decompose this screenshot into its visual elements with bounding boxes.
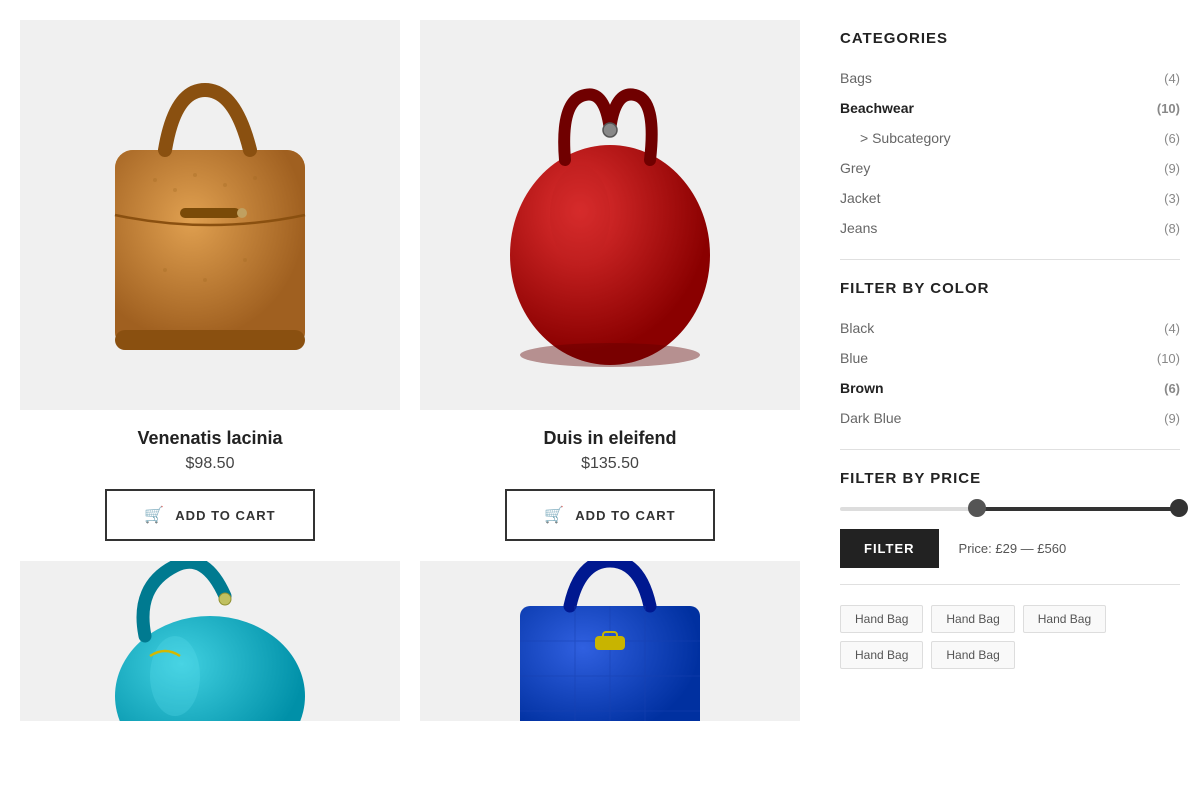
tag-item[interactable]: Hand Bag — [931, 605, 1014, 633]
color-count: (10) — [1157, 351, 1180, 366]
filter-button[interactable]: FILTER — [840, 529, 939, 568]
product-image-wrapper — [420, 20, 800, 410]
color-label: Black — [840, 320, 874, 336]
sidebar: CATEGORIES Bags (4) Beachwear (10) > Sub… — [840, 20, 1180, 721]
add-to-cart-button[interactable]: 🛒 ADD TO CART — [105, 489, 315, 541]
product-card: Venenatis lacinia $98.50 🛒 ADD TO CART — [20, 20, 400, 541]
price-range-text: Price: £29 — £560 — [959, 541, 1067, 556]
color-count: (9) — [1164, 411, 1180, 426]
cart-icon: 🛒 — [144, 505, 165, 525]
filter-color-title: FILTER BY COLOR — [840, 280, 1180, 297]
filter-price-title: FILTER BY PRICE — [840, 470, 1180, 487]
color-item[interactable]: Black (4) — [840, 313, 1180, 343]
color-item[interactable]: Dark Blue (9) — [840, 403, 1180, 433]
color-list: Black (4) Blue (10) Brown (6) Dark Blue … — [840, 313, 1180, 433]
color-item[interactable]: Blue (10) — [840, 343, 1180, 373]
product-image-wrapper — [20, 20, 400, 410]
slider-fill — [976, 507, 1180, 511]
product-price: $135.50 — [581, 455, 639, 473]
slider-thumb-right[interactable] — [1170, 499, 1188, 517]
category-label: Bags — [840, 70, 872, 86]
product-image-wrapper — [420, 561, 800, 721]
product-price: $98.50 — [186, 455, 235, 473]
product-card: Duis in eleifend $135.50 🛒 ADD To CART — [420, 20, 800, 541]
bag-image-tan — [95, 60, 325, 370]
tag-item[interactable]: Hand Bag — [931, 641, 1014, 669]
category-list: Bags (4) Beachwear (10) > Subcategory (6… — [840, 63, 1180, 243]
price-filter-row: FILTER Price: £29 — £560 — [840, 529, 1180, 568]
category-count: (10) — [1157, 101, 1180, 116]
color-item[interactable]: Brown (6) — [840, 373, 1180, 403]
product-image-wrapper — [20, 561, 400, 721]
add-to-cart-button[interactable]: 🛒 ADD To CART — [505, 489, 715, 541]
category-count: (9) — [1164, 161, 1180, 176]
category-label: > Subcategory — [860, 130, 951, 146]
cart-icon: 🛒 — [544, 505, 565, 525]
category-label: Grey — [840, 160, 870, 176]
category-count: (4) — [1164, 71, 1180, 86]
add-to-cart-label: ADD TO CART — [175, 508, 275, 523]
category-label: Beachwear — [840, 100, 914, 116]
category-item[interactable]: Bags (4) — [840, 63, 1180, 93]
category-count: (6) — [1164, 131, 1180, 146]
slider-thumb-left[interactable] — [968, 499, 986, 517]
category-count: (3) — [1164, 191, 1180, 206]
bag-image-red — [495, 60, 725, 370]
add-to-cart-label: ADD To CART — [575, 508, 675, 523]
price-slider-wrapper — [840, 507, 1180, 511]
color-count: (4) — [1164, 321, 1180, 336]
divider — [840, 584, 1180, 585]
product-card — [20, 561, 400, 721]
category-item[interactable]: Jeans (8) — [840, 213, 1180, 243]
product-card — [420, 561, 800, 721]
color-label: Blue — [840, 350, 868, 366]
divider — [840, 259, 1180, 260]
color-label: Dark Blue — [840, 410, 901, 426]
divider — [840, 449, 1180, 450]
color-count: (6) — [1164, 381, 1180, 396]
category-item[interactable]: Grey (9) — [840, 153, 1180, 183]
category-item-subcategory[interactable]: > Subcategory (6) — [840, 123, 1180, 153]
tag-item[interactable]: Hand Bag — [840, 605, 923, 633]
tags-wrapper: Hand Bag Hand Bag Hand Bag Hand Bag Hand… — [840, 605, 1180, 669]
bag-image-cyan — [95, 561, 325, 721]
category-count: (8) — [1164, 221, 1180, 236]
category-item[interactable]: Beachwear (10) — [840, 93, 1180, 123]
product-title: Venenatis lacinia — [137, 428, 282, 449]
slider-track — [840, 507, 1180, 511]
category-item[interactable]: Jacket (3) — [840, 183, 1180, 213]
color-label: Brown — [840, 380, 884, 396]
products-grid: Venenatis lacinia $98.50 🛒 ADD TO CART — [20, 20, 800, 721]
bag-image-blue — [495, 561, 725, 721]
product-title: Duis in eleifend — [543, 428, 676, 449]
category-label: Jacket — [840, 190, 880, 206]
tag-item[interactable]: Hand Bag — [1023, 605, 1106, 633]
categories-title: CATEGORIES — [840, 30, 1180, 47]
category-label: Jeans — [840, 220, 877, 236]
tag-item[interactable]: Hand Bag — [840, 641, 923, 669]
